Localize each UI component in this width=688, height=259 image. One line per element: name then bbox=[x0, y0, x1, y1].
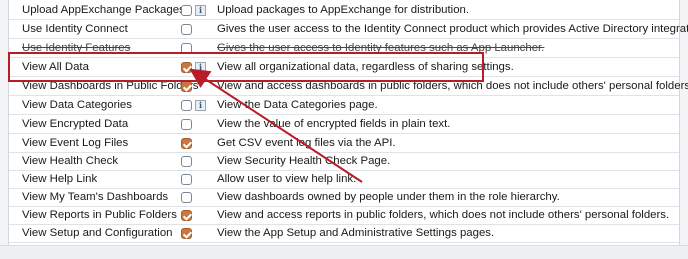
annotation-arrow bbox=[189, 68, 363, 183]
table-footer-bar bbox=[0, 245, 688, 259]
